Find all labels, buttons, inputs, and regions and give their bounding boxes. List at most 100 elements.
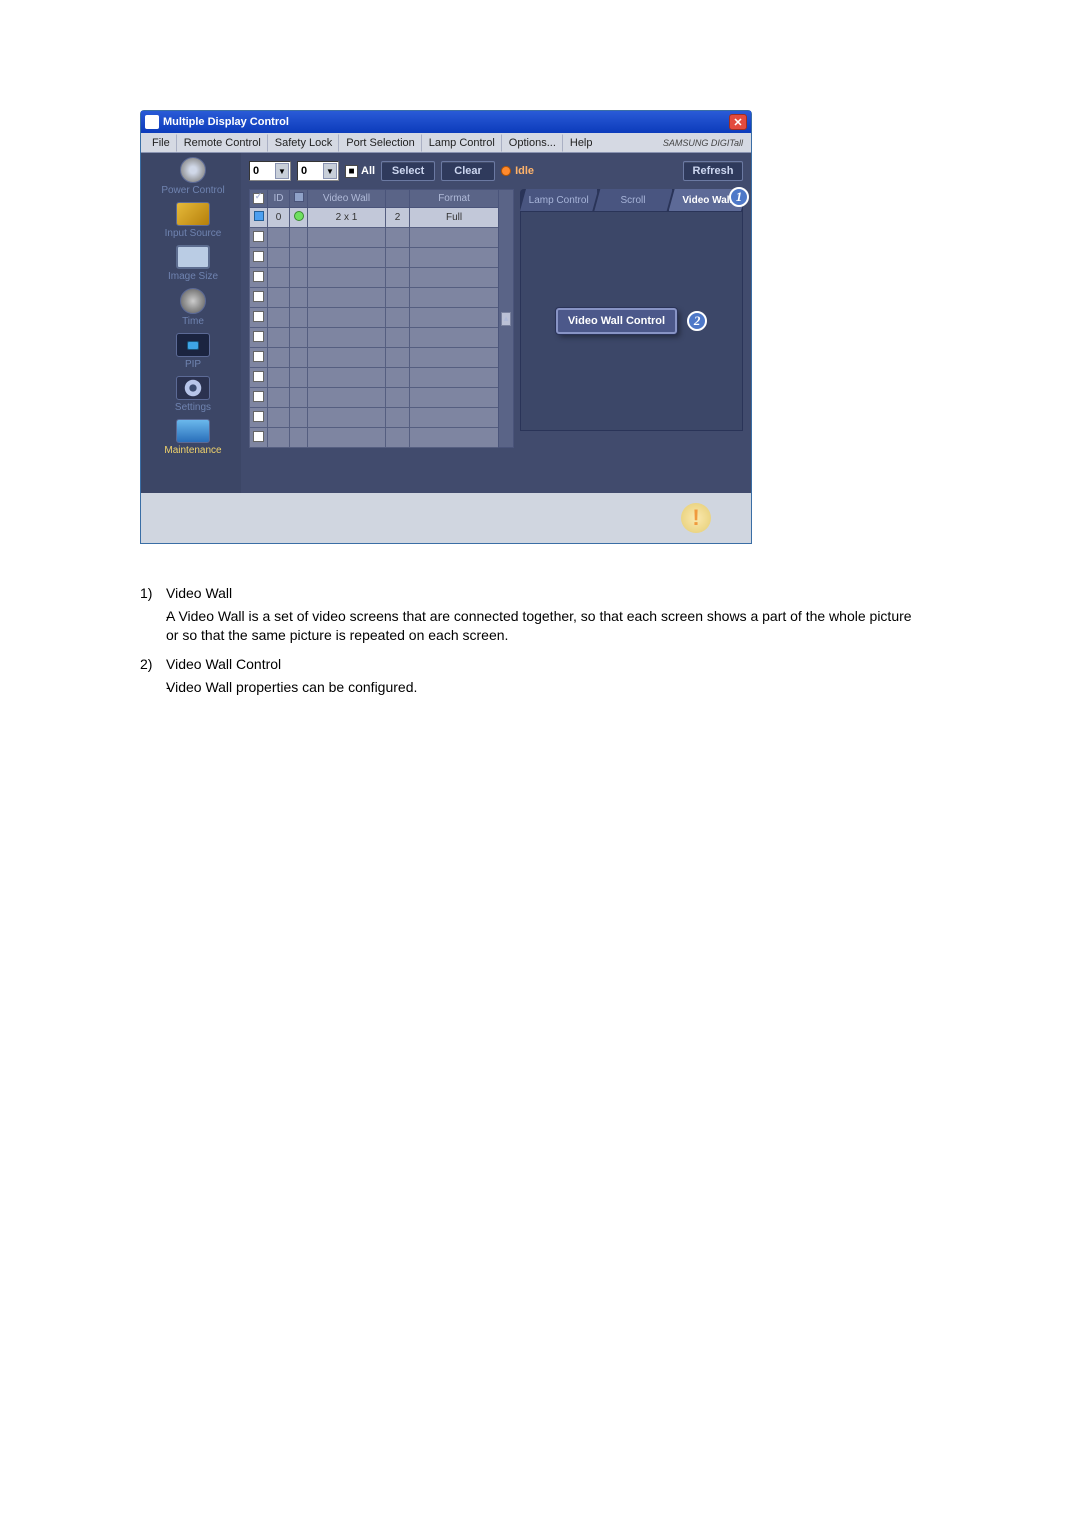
checkbox-icon[interactable] (253, 431, 264, 442)
input-source-icon (176, 202, 210, 226)
all-checkbox[interactable]: ■ All (345, 165, 375, 178)
toolbar: 0 ▼ 0 ▼ ■ All Select Clear Idle Refresh (249, 161, 743, 181)
chevron-down-icon[interactable]: ▼ (323, 163, 337, 179)
status-icon (294, 192, 304, 202)
menu-help[interactable]: Help (563, 134, 599, 152)
sidebar-item-maintenance[interactable]: Maintenance (147, 419, 239, 456)
desc-sub-2: Video Wall properties can be configured. (166, 678, 915, 697)
cell-videowall: 2 x 1 (308, 208, 386, 228)
bullet-dash: - (140, 678, 166, 697)
brand-label: SAMSUNG DIGITall (663, 138, 747, 148)
sidebar-label: Image Size (168, 271, 218, 282)
checkbox-icon[interactable] (253, 391, 264, 402)
desc-sub-1: A Video Wall is a set of video screens t… (166, 607, 915, 645)
pip-icon (176, 333, 210, 357)
sidebar-label: PIP (185, 359, 201, 370)
range-start-select[interactable]: 0 ▼ (249, 161, 291, 181)
power-icon (180, 157, 206, 183)
cell-format: Full (410, 208, 499, 228)
table-row[interactable] (250, 388, 514, 408)
callout-2: 2 (687, 311, 707, 331)
col-num (386, 190, 410, 208)
tabs: Lamp Control Scroll Video Wall (520, 189, 743, 211)
checkbox-icon[interactable] (253, 251, 264, 262)
table-row[interactable] (250, 328, 514, 348)
warning-icon: ! (681, 503, 711, 533)
table-row[interactable] (250, 428, 514, 448)
table-row[interactable] (250, 288, 514, 308)
menu-lamp-control[interactable]: Lamp Control (422, 134, 502, 152)
idle-indicator: Idle (501, 165, 534, 177)
sidebar-item-image-size[interactable]: Image Size (147, 245, 239, 282)
chevron-down-icon[interactable]: ▼ (275, 163, 289, 179)
checkbox-icon[interactable] (253, 411, 264, 422)
sidebar-item-time[interactable]: Time (147, 288, 239, 327)
checkbox-icon: ■ (345, 165, 358, 178)
checkbox-icon[interactable] (253, 331, 264, 342)
tab-lamp-control[interactable]: Lamp Control (520, 189, 598, 211)
menu-port-selection[interactable]: Port Selection (339, 134, 421, 152)
clear-button[interactable]: Clear (441, 161, 495, 181)
checkbox-icon[interactable] (253, 371, 264, 382)
sidebar-item-power-control[interactable]: Power Control (147, 157, 239, 196)
table-row[interactable] (250, 348, 514, 368)
select-button[interactable]: Select (381, 161, 435, 181)
video-wall-control-button[interactable]: Video Wall Control (556, 308, 677, 334)
app-icon (145, 115, 159, 129)
sidebar-label: Power Control (161, 185, 224, 196)
description-text: 1) Video Wall - A Video Wall is a set of… (140, 584, 915, 696)
checkbox-icon[interactable] (253, 291, 264, 302)
tab-content-video-wall: Video Wall Control 2 (520, 211, 743, 431)
col-status (290, 190, 308, 208)
menu-remote-control[interactable]: Remote Control (177, 134, 268, 152)
window-title: Multiple Display Control (163, 116, 729, 128)
scroll-up-icon[interactable]: ▲ (501, 312, 511, 326)
table-row[interactable]: 0 2 x 1 2 Full (250, 208, 514, 228)
value: 0 (253, 165, 259, 177)
menubar: File Remote Control Safety Lock Port Sel… (141, 133, 751, 153)
desc-title-2: Video Wall Control (166, 655, 915, 674)
clock-icon (180, 288, 206, 314)
checkbox-icon[interactable] (253, 351, 264, 362)
desc-title-1: Video Wall (166, 584, 915, 603)
status-ok-icon (294, 211, 304, 221)
table-row[interactable] (250, 268, 514, 288)
device-table: ID Video Wall Format ▲ 0 (249, 189, 514, 448)
menu-file[interactable]: File (145, 134, 177, 152)
table-row[interactable] (250, 228, 514, 248)
table-row[interactable] (250, 408, 514, 428)
check-icon (253, 193, 264, 204)
main-panel: 0 ▼ 0 ▼ ■ All Select Clear Idle Refresh (241, 153, 751, 493)
scrollbar[interactable]: ▲ (499, 190, 514, 448)
sidebar-item-input-source[interactable]: Input Source (147, 202, 239, 239)
table-row[interactable] (250, 248, 514, 268)
titlebar[interactable]: Multiple Display Control ✕ (141, 111, 751, 133)
menu-options[interactable]: Options... (502, 134, 563, 152)
tab-scroll[interactable]: Scroll (594, 189, 672, 211)
tab-label: Video Wall (682, 195, 732, 206)
sidebar-item-pip[interactable]: PIP (147, 333, 239, 370)
all-label: All (361, 165, 375, 177)
callout-1: 1 (729, 187, 749, 207)
checkbox-icon[interactable] (253, 311, 264, 322)
table-row[interactable] (250, 308, 514, 328)
menu-safety-lock[interactable]: Safety Lock (268, 134, 339, 152)
col-check (250, 190, 268, 208)
checkbox-icon[interactable] (253, 231, 264, 242)
content-split: ID Video Wall Format ▲ 0 (249, 189, 743, 448)
sidebar-item-settings[interactable]: Settings (147, 376, 239, 413)
col-videowall: Video Wall (308, 190, 386, 208)
close-button[interactable]: ✕ (729, 114, 747, 130)
refresh-button[interactable]: Refresh (683, 161, 743, 181)
desc-num-1: 1) (140, 584, 166, 603)
table-row[interactable] (250, 368, 514, 388)
sidebar: Power Control Input Source Image Size Ti… (141, 153, 241, 493)
maintenance-icon (176, 419, 210, 443)
bullet-dash: - (140, 607, 166, 645)
col-id: ID (268, 190, 290, 208)
statusbar: ! (141, 493, 751, 543)
cell-num: 2 (386, 208, 410, 228)
range-end-select[interactable]: 0 ▼ (297, 161, 339, 181)
row-check-icon[interactable] (254, 211, 264, 221)
checkbox-icon[interactable] (253, 271, 264, 282)
